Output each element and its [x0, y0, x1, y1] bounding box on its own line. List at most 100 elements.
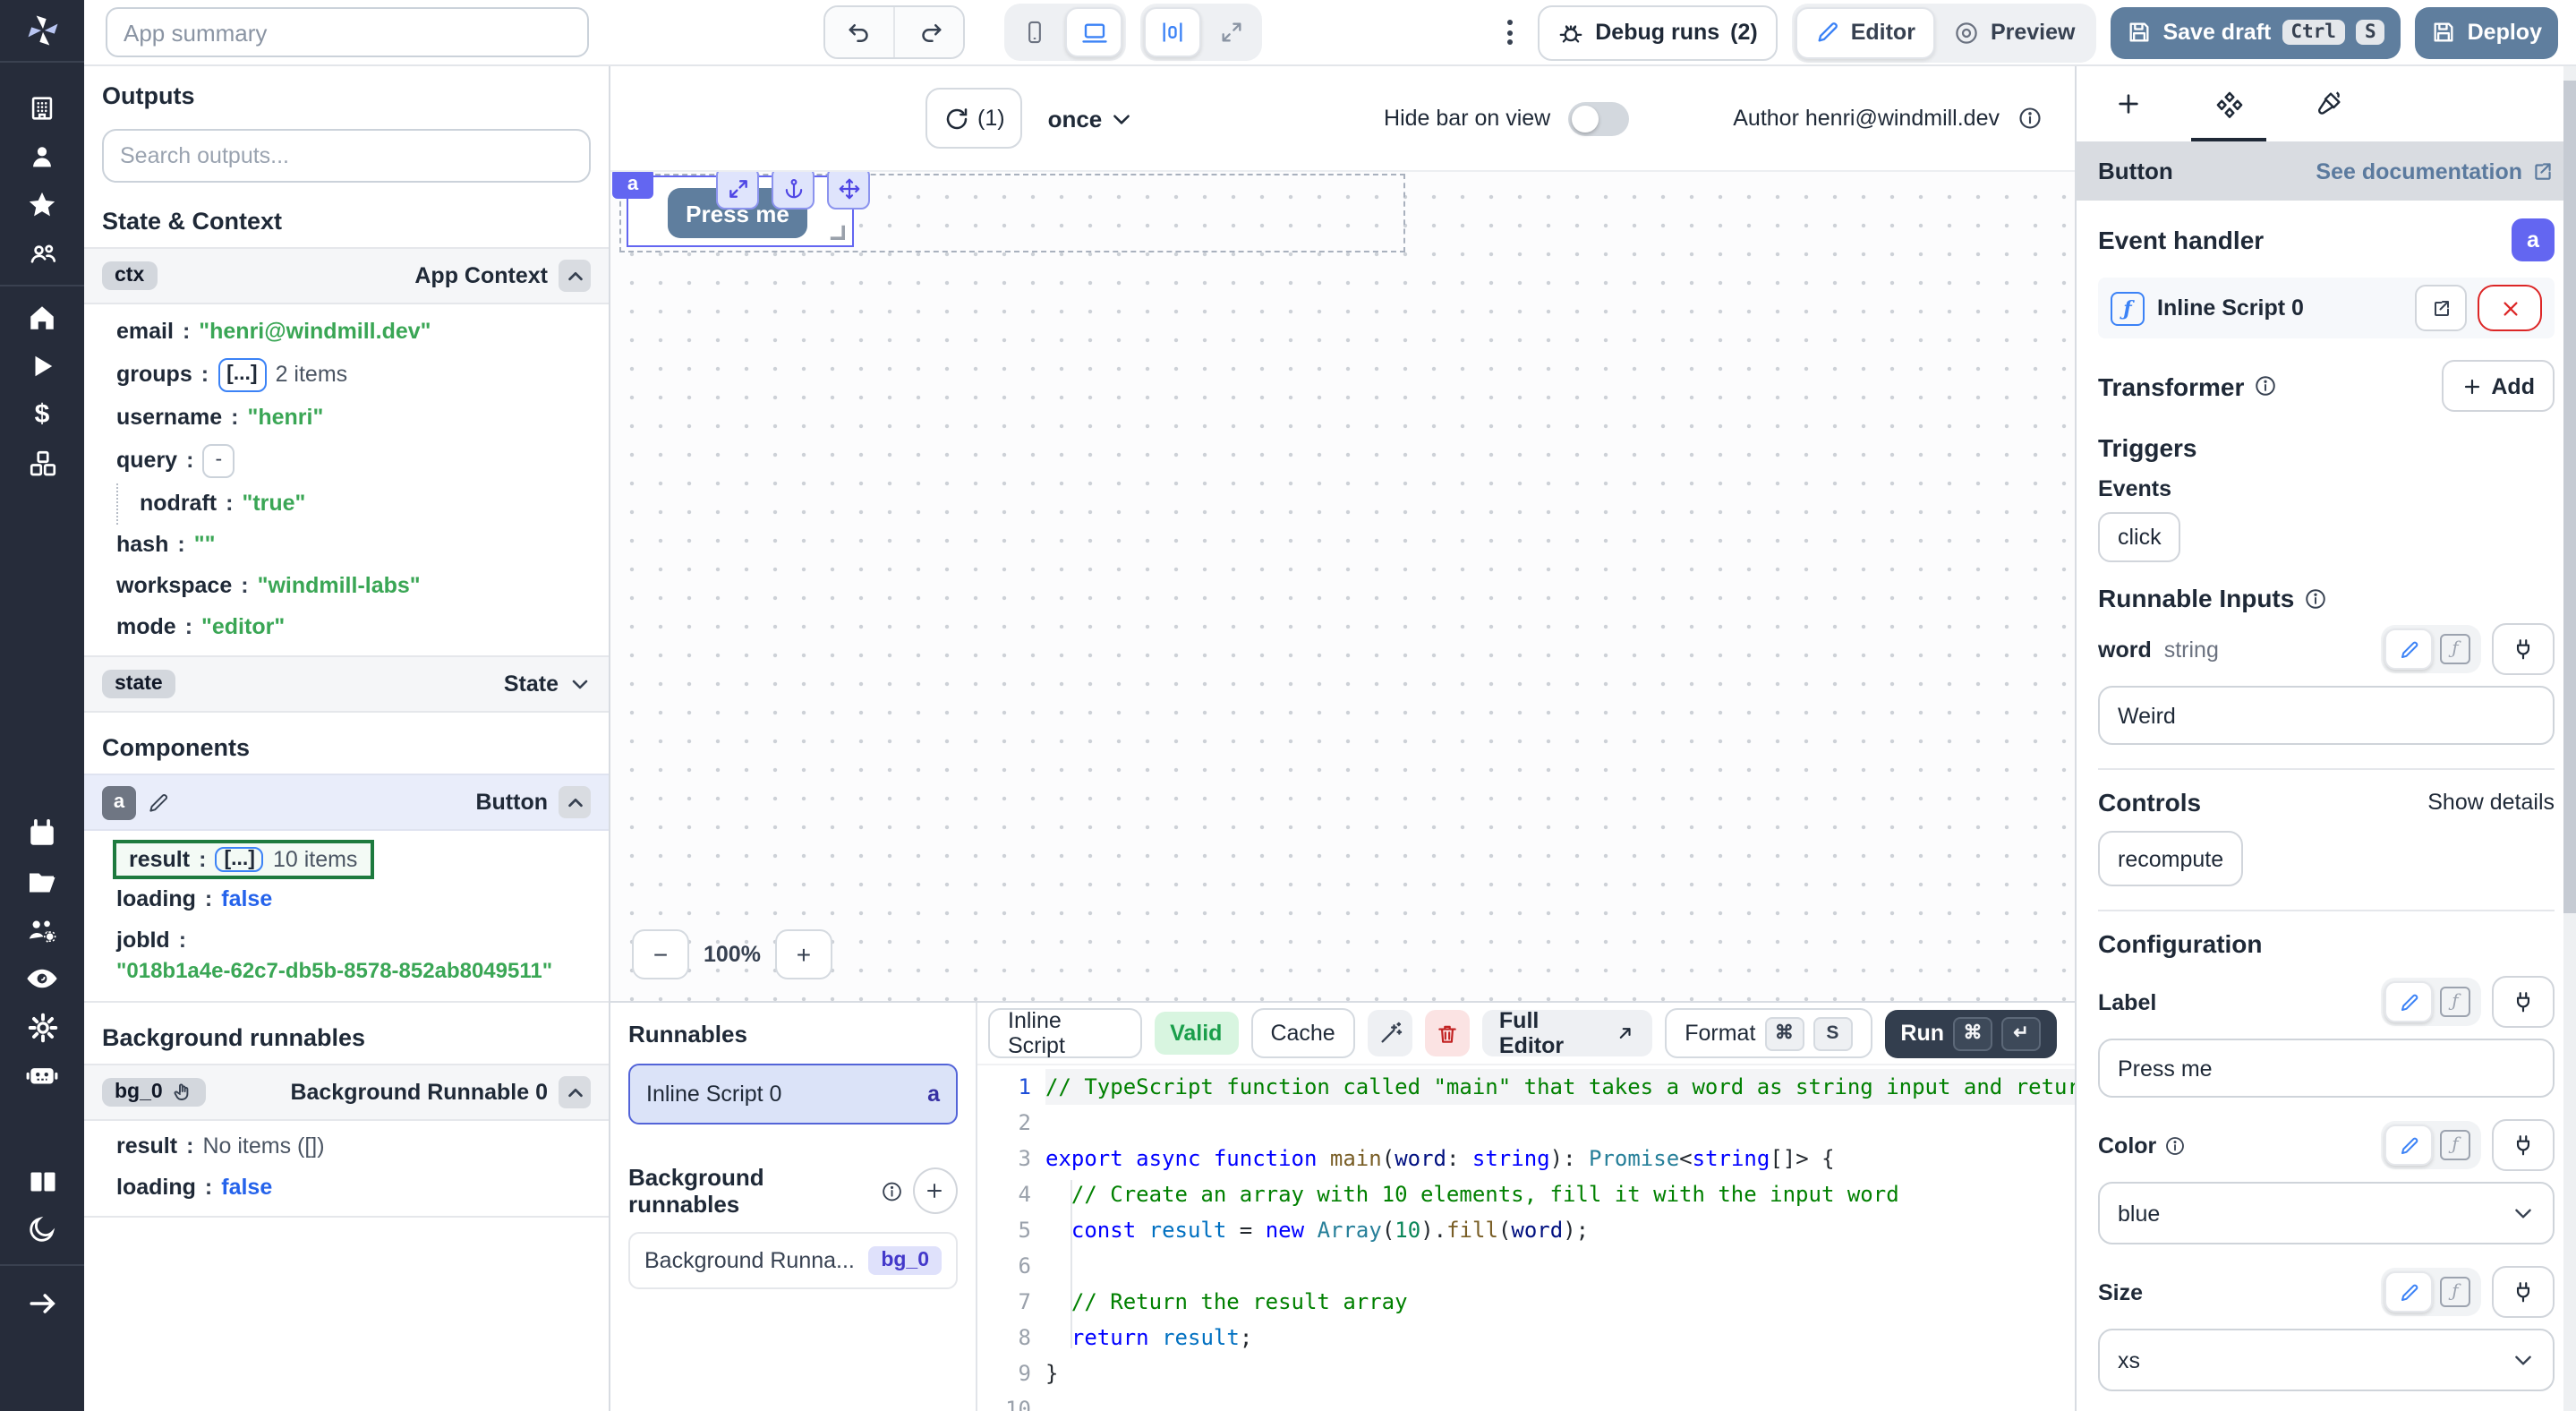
app-summary-input[interactable]	[106, 7, 589, 57]
ctx-chip[interactable]: ctx	[102, 261, 157, 290]
docs-books-icon[interactable]	[0, 1157, 84, 1205]
more-menu-button[interactable]	[1497, 20, 1523, 45]
show-details-link[interactable]: Show details	[2427, 790, 2555, 815]
audit-eye-icon[interactable]	[0, 954, 84, 1003]
remove-script-button[interactable]	[2478, 285, 2542, 331]
button-loading-row[interactable]: loadingfalse	[102, 879, 591, 920]
collapse-button-component[interactable]	[559, 786, 591, 818]
deploy-button[interactable]: Deploy	[2416, 6, 2558, 58]
array-expand-chip[interactable]: [...]	[218, 358, 267, 392]
collapse-bg0-button[interactable]	[559, 1076, 591, 1108]
preview-tab[interactable]: Preview	[1935, 8, 2094, 56]
anchor-handle[interactable]	[772, 170, 815, 210]
word-value-input[interactable]	[2098, 686, 2555, 745]
redo-button[interactable]	[893, 7, 963, 57]
mobile-view-button[interactable]	[1008, 9, 1062, 56]
output-row-email[interactable]: email"henri@windmill.dev"	[102, 312, 591, 353]
format-button[interactable]: Format ⌘ S	[1665, 1008, 1872, 1058]
expand-handle[interactable]	[716, 170, 759, 210]
undo-button[interactable]	[825, 7, 893, 57]
editor-tab[interactable]: Editor	[1796, 6, 1935, 58]
bg0-section-header[interactable]: bg_0 Background Runnable 0	[84, 1064, 609, 1121]
code-area[interactable]: 12345678910 // TypeScript function calle…	[977, 1064, 2075, 1411]
event-inline-script-row[interactable]: ƒ Inline Script 0	[2098, 278, 2555, 338]
button-result-row[interactable]: result[...]10 items	[113, 840, 373, 879]
color-select[interactable]: blue	[2098, 1182, 2555, 1244]
collapse-ctx-button[interactable]	[559, 260, 591, 292]
output-row-query[interactable]: query-	[102, 439, 591, 483]
home-icon[interactable]	[0, 294, 84, 342]
run-button[interactable]: Run ⌘ ↵	[1884, 1009, 2057, 1057]
ai-wand-button[interactable]	[1368, 1010, 1413, 1056]
output-row-groups[interactable]: groups[...]2 items	[102, 353, 591, 398]
desktop-view-button[interactable]	[1065, 7, 1122, 57]
expr-mode-button[interactable]: ƒ	[2433, 983, 2478, 1021]
array-expand-chip[interactable]: [...]	[215, 847, 264, 872]
output-row-username[interactable]: username"henri"	[102, 398, 591, 439]
ctx-section-header[interactable]: ctx App Context	[84, 247, 609, 304]
connect-plug-button[interactable]	[2492, 1266, 2555, 1318]
save-draft-button[interactable]: Save draft Ctrl S	[2111, 6, 2401, 58]
state-section-header[interactable]: state State	[84, 655, 609, 713]
state-chip[interactable]: state	[102, 670, 175, 698]
schedules-calendar-icon[interactable]	[0, 809, 84, 858]
panel-scrollbar[interactable]	[2563, 66, 2576, 1411]
refresh-button[interactable]: (1)	[925, 88, 1023, 149]
runs-play-icon[interactable]	[0, 342, 84, 390]
workspace-icon[interactable]	[0, 84, 84, 133]
bg0-loading-row[interactable]: loadingfalse	[102, 1167, 591, 1209]
label-value-input[interactable]	[2098, 1039, 2555, 1098]
add-bg-runnable-button[interactable]	[913, 1167, 958, 1214]
styling-tab[interactable]	[2306, 66, 2352, 141]
full-editor-button[interactable]: Full Editor	[1483, 1010, 1652, 1056]
static-mode-button[interactable]	[2384, 629, 2433, 670]
resources-cubes-icon[interactable]	[0, 439, 84, 487]
recompute-chip[interactable]: recompute	[2098, 831, 2243, 886]
collapse-arrow-icon[interactable]	[0, 1273, 84, 1334]
expr-mode-button[interactable]: ƒ	[2433, 1126, 2478, 1164]
bg0-result-row[interactable]: resultNo items ([])	[102, 1126, 591, 1167]
button-jobid-row[interactable]: jobId	[102, 920, 591, 956]
component-settings-tab[interactable]	[2205, 66, 2252, 141]
schedule-mode-dropdown[interactable]: once	[1048, 105, 1133, 132]
output-row-hash[interactable]: hash""	[102, 525, 591, 566]
open-script-button[interactable]	[2415, 285, 2467, 331]
favorites-star-icon[interactable]	[0, 181, 84, 229]
bg0-chip[interactable]: bg_0	[102, 1078, 206, 1107]
zoom-out-button[interactable]: −	[632, 929, 689, 979]
button-component-header[interactable]: a Button	[84, 774, 609, 831]
debug-runs-button[interactable]: Debug runs (2)	[1538, 4, 1777, 60]
connect-plug-button[interactable]	[2492, 976, 2555, 1028]
inline-script-item[interactable]: Inline Script 0 a	[628, 1064, 958, 1125]
hide-bar-toggle[interactable]	[1568, 101, 1629, 135]
cache-button[interactable]: Cache	[1250, 1008, 1354, 1058]
delete-script-button[interactable]	[1425, 1010, 1471, 1056]
output-row-mode[interactable]: mode"editor"	[102, 607, 591, 648]
inline-script-tab[interactable]: Inline Script	[988, 1008, 1141, 1058]
see-documentation-link[interactable]: See documentation	[2316, 158, 2555, 184]
workers-robot-icon[interactable]	[0, 1051, 84, 1099]
folders-icon[interactable]	[0, 858, 84, 906]
move-handle[interactable]	[827, 170, 870, 210]
connect-plug-button[interactable]	[2492, 623, 2555, 675]
output-row-workspace[interactable]: workspace"windmill-labs"	[102, 566, 591, 607]
size-select[interactable]: xs	[2098, 1329, 2555, 1391]
editor-code[interactable]: // TypeScript function called "main" tha…	[1045, 1065, 2075, 1411]
app-canvas[interactable]: a Press me − 100% +	[610, 170, 2075, 1001]
expr-mode-button[interactable]: ƒ	[2433, 630, 2478, 668]
empty-value-chip[interactable]: -	[202, 444, 235, 478]
search-outputs-input[interactable]	[102, 129, 591, 183]
windmill-logo[interactable]	[0, 0, 84, 63]
static-mode-button[interactable]	[2384, 1271, 2433, 1313]
groups-icon[interactable]	[0, 229, 84, 278]
insert-component-tab[interactable]	[2105, 66, 2152, 141]
centered-layout-button[interactable]	[1144, 7, 1201, 57]
add-transformer-button[interactable]: Add	[2441, 360, 2555, 412]
connect-plug-button[interactable]	[2492, 1119, 2555, 1171]
click-event-chip[interactable]: click	[2098, 512, 2181, 562]
static-mode-button[interactable]	[2384, 1125, 2433, 1166]
fullwidth-layout-button[interactable]	[1205, 9, 1258, 56]
output-row-nodraft[interactable]: nodraft"true"	[116, 483, 591, 525]
bg-runnable-item[interactable]: Background Runna... bg_0	[628, 1232, 958, 1289]
user-icon[interactable]	[0, 133, 84, 181]
